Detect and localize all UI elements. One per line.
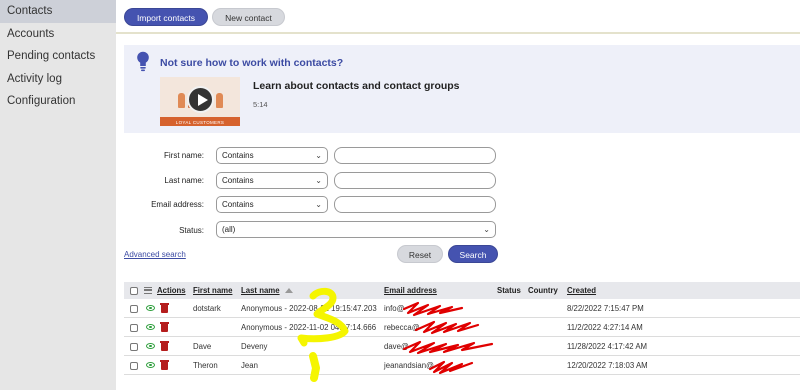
last-name-operator-select[interactable]: Contains ⌄ [216,172,328,189]
sidebar-item-accounts[interactable]: Accounts [0,23,116,46]
first-name-input[interactable] [334,147,496,164]
chevron-down-icon: ⌄ [315,176,322,185]
help-title: Not sure how to work with contacts? [160,57,344,69]
last-name-operator-value: Contains [222,176,254,185]
delete-trash-icon[interactable] [160,360,169,370]
sidebar-item-contacts[interactable]: Contacts [0,0,116,23]
row-checkbox[interactable] [130,323,138,332]
cell-last-name: Deveny [241,342,268,351]
column-menu-icon[interactable] [144,287,152,294]
chevron-down-icon: ⌄ [315,200,322,209]
table-row[interactable]: Anonymous - 2022-11-02 04:27:14.666 rebe… [124,318,800,337]
advanced-search-link[interactable]: Advanced search [124,250,186,259]
table-header: Actions First name Last name Email addre… [124,282,800,299]
sort-ascending-icon [285,288,293,293]
cell-email: rebecca@ [384,323,420,332]
cell-first-name: Dave [193,342,212,351]
first-name-operator-select[interactable]: Contains ⌄ [216,147,328,164]
table-row[interactable]: Theron Jean jeanandsian@ 12/20/2022 7:18… [124,356,800,375]
first-name-operator-value: Contains [222,151,254,160]
sidebar-item-pending-contacts[interactable]: Pending contacts [0,45,116,68]
video-duration: 5:14 [253,100,268,109]
cell-last-name: Jean [241,361,258,370]
email-address-label: Email address: [151,200,204,209]
cell-email: dave@ [384,342,409,351]
view-eye-icon[interactable] [146,362,155,368]
video-title[interactable]: Learn about contacts and contact groups [253,80,460,92]
cell-email: jeanandsian@ [384,361,434,370]
delete-trash-icon[interactable] [160,322,169,332]
email-operator-value: Contains [222,200,254,209]
play-icon[interactable] [187,86,214,113]
import-contacts-button[interactable]: Import contacts [124,8,208,26]
sidebar-item-configuration[interactable]: Configuration [0,90,116,113]
delete-trash-icon[interactable] [160,341,169,351]
chevron-down-icon: ⌄ [315,151,322,160]
sidebar: Contacts Accounts Pending contacts Activ… [0,0,116,390]
view-eye-icon[interactable] [146,305,155,311]
reset-button[interactable]: Reset [397,245,443,263]
help-panel: Not sure how to work with contacts? LOYA… [124,45,800,133]
last-name-input[interactable] [334,172,496,189]
cell-created: 11/28/2022 4:17:42 AM [567,342,648,351]
cell-last-name: Anonymous - 2022-11-02 04:27:14.666 [241,323,377,332]
email-operator-select[interactable]: Contains ⌄ [216,196,328,213]
new-contact-button[interactable]: New contact [212,8,285,26]
status-select[interactable]: (all) ⌄ [216,221,496,238]
column-header-created[interactable]: Created [567,286,596,295]
column-header-first-name[interactable]: First name [193,286,232,295]
toolbar: Import contacts New contact [116,0,800,34]
cell-first-name: dotstark [193,304,221,313]
cell-first-name: Theron [193,361,218,370]
delete-trash-icon[interactable] [160,303,169,313]
table-row[interactable]: dotstark Anonymous - 2022-08-22 19:15:47… [124,299,800,318]
row-checkbox[interactable] [130,361,138,370]
cell-created: 11/2/2022 4:27:14 AM [567,323,643,332]
row-checkbox[interactable] [130,342,138,351]
thumbnail-caption: LOYAL CUSTOMERS [175,120,225,125]
row-checkbox[interactable] [130,304,138,313]
status-label: Status: [179,226,204,235]
cell-created: 12/20/2022 7:18:03 AM [567,361,648,370]
column-header-status: Status [497,286,521,295]
last-name-label: Last name: [164,176,204,185]
main-content: Import contacts New contact Not sure how… [116,0,800,390]
select-all-checkbox[interactable] [130,286,138,295]
search-button[interactable]: Search [448,245,498,263]
table-row[interactable]: Dave Deveny dave@ 11/28/2022 4:17:42 AM [124,337,800,356]
column-header-email[interactable]: Email address [384,286,437,295]
sidebar-item-activity-log[interactable]: Activity log [0,68,116,91]
column-header-actions[interactable]: Actions [157,286,186,295]
view-eye-icon[interactable] [146,343,155,349]
chevron-down-icon: ⌄ [483,225,490,234]
cell-email: info@ [384,304,405,313]
column-header-country: Country [528,286,558,295]
view-eye-icon[interactable] [146,324,155,330]
status-value: (all) [222,225,236,234]
email-address-input[interactable] [334,196,496,213]
column-header-last-name[interactable]: Last name [241,286,280,295]
video-thumbnail[interactable]: LOYAL CUSTOMERS [160,77,240,126]
first-name-label: First name: [163,151,204,160]
cell-created: 8/22/2022 7:15:47 PM [567,304,644,313]
lightbulb-icon [137,51,149,72]
cell-last-name: Anonymous - 2022-08-22 19:15:47.203 [241,304,377,313]
